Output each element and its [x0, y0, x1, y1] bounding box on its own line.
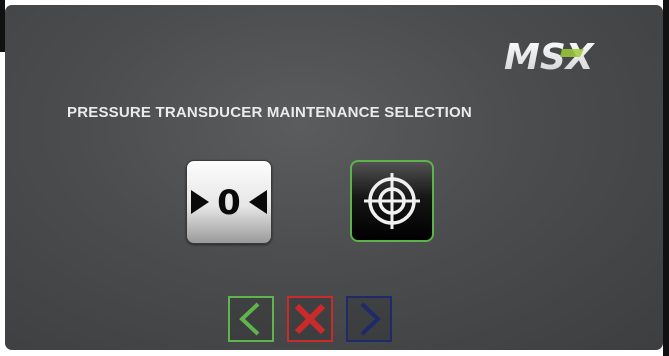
back-button[interactable]: [228, 296, 274, 342]
close-icon: [294, 303, 326, 335]
screen-right-edge: [663, 0, 669, 356]
msx-logo: MSX: [500, 35, 650, 77]
next-button[interactable]: [346, 296, 392, 342]
logo-text: MSX: [504, 37, 596, 77]
chevron-right-icon: [360, 302, 381, 336]
zero-transducer-button[interactable]: 0: [186, 160, 272, 244]
zero-calibration-icon: 0: [191, 183, 267, 223]
hmi-screen: MSX PRESSURE TRANSDUCER MAINTENANCE SELE…: [5, 5, 663, 350]
calibrate-target-button[interactable]: [350, 160, 434, 242]
logo-accent-stroke: [560, 49, 584, 57]
chevron-left-icon: [239, 302, 260, 336]
crosshair-target-icon: [364, 173, 420, 229]
page-title: PRESSURE TRANSDUCER MAINTENANCE SELECTIO…: [67, 104, 472, 121]
cancel-button[interactable]: [287, 296, 333, 342]
zero-glyph: 0: [217, 183, 241, 223]
